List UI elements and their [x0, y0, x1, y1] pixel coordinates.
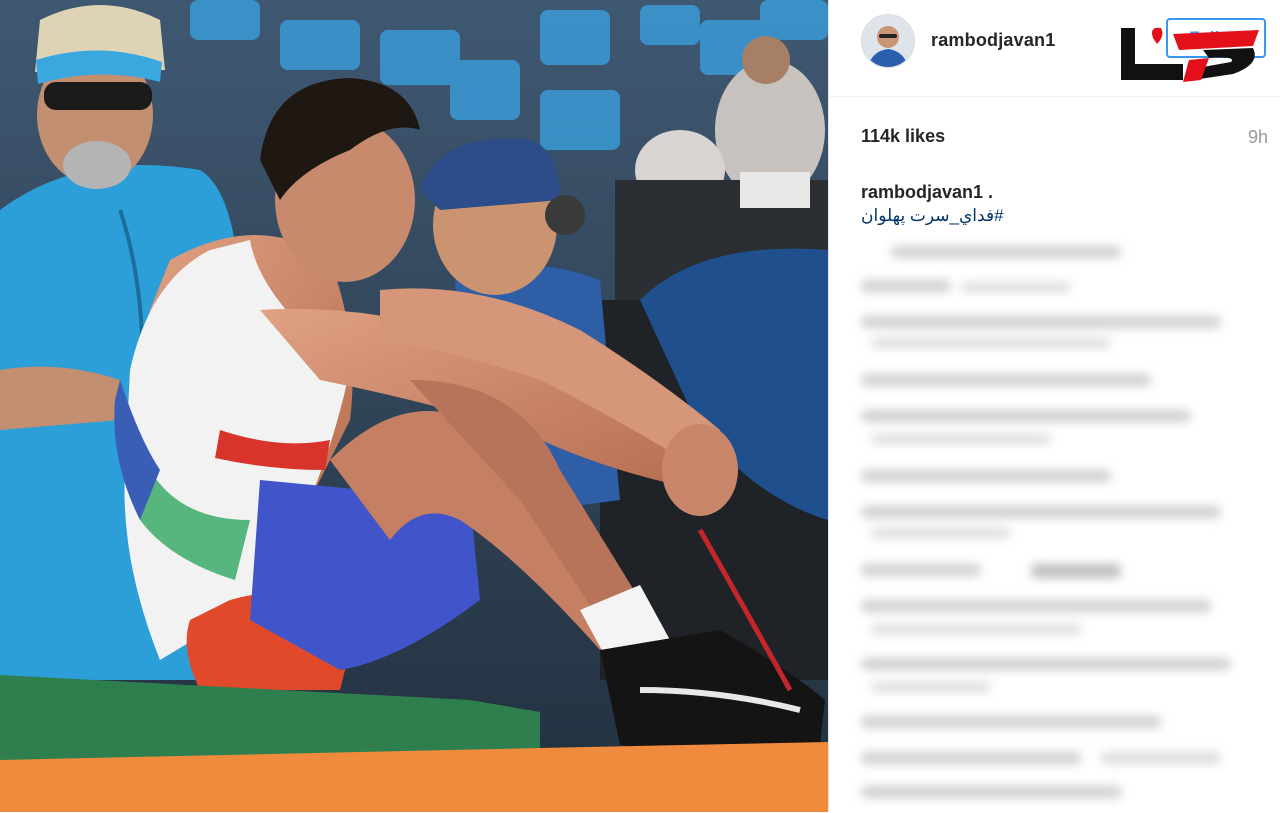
wrestler-photo: [0, 0, 828, 812]
caption-hashtag[interactable]: #فداي_سرت پهلوان: [861, 206, 1004, 226]
comments-list: [851, 238, 1271, 808]
post-photo[interactable]: [0, 0, 828, 812]
caption-username[interactable]: rambodjavan1 .: [861, 182, 993, 203]
site-watermark-logo: [1121, 27, 1259, 82]
post-time: 9h: [1247, 127, 1268, 147]
avatar-icon: [862, 15, 914, 67]
blurred-comments: [861, 246, 1231, 798]
likes-count[interactable]: 114k likes: [861, 126, 945, 147]
post-sidebar: rambodjavan1 Follow 114k likes 9h rambod…: [828, 0, 1280, 812]
profile-avatar[interactable]: [861, 14, 915, 68]
post-header: rambodjavan1 Follow: [829, 0, 1280, 97]
profile-username[interactable]: rambodjavan1: [931, 30, 1055, 51]
